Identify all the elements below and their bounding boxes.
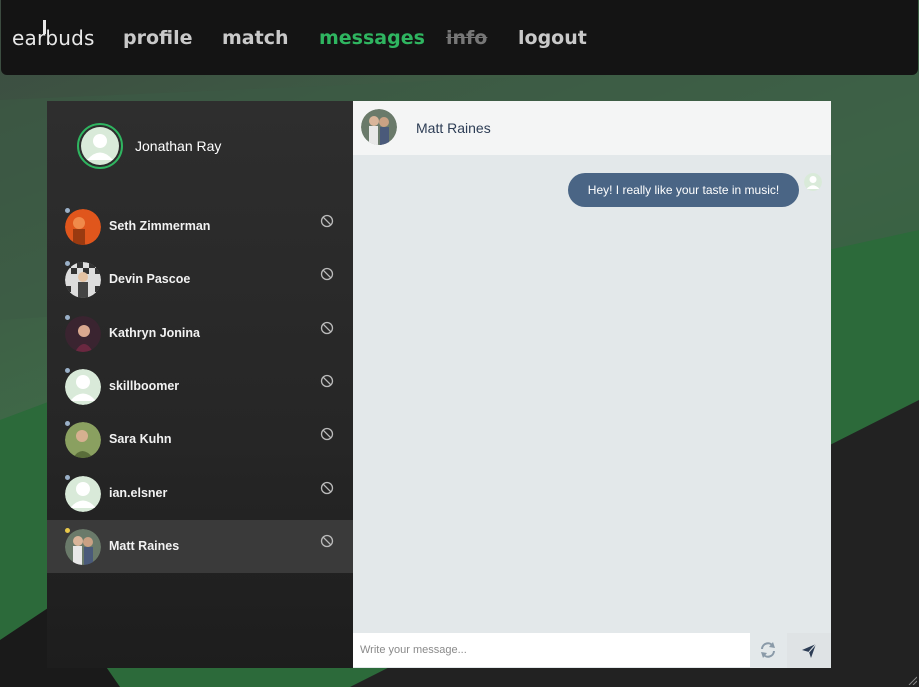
logo-text: earbuds [12,26,95,50]
logo-stem [43,20,46,34]
avatar [65,529,101,565]
send-button[interactable] [787,633,831,668]
resize-grip-icon[interactable] [907,675,917,685]
nav-match[interactable]: match [222,27,289,49]
contacts-sidebar: Jonathan Ray Seth Zimmerman Devin Pascoe… [47,101,353,668]
message-input[interactable] [353,633,750,667]
avatar [65,476,101,512]
block-icon[interactable] [320,267,334,281]
avatar [65,262,101,298]
chat-title: Matt Raines [416,120,491,136]
block-icon[interactable] [320,534,334,548]
message-sender-avatar [804,173,822,191]
status-dot [65,421,70,426]
status-dot [65,315,70,320]
contact-item[interactable]: Devin Pascoe [47,253,353,306]
block-icon[interactable] [320,374,334,388]
contact-item[interactable]: Seth Zimmerman [47,200,353,253]
nav-logout[interactable]: logout [518,27,587,49]
nav-profile[interactable]: profile [123,27,193,49]
nav-info[interactable]: info [446,27,487,49]
block-icon[interactable] [320,427,334,441]
contact-item-selected[interactable]: Matt Raines [47,520,353,573]
avatar [65,209,101,245]
user-icon [81,127,119,165]
current-user: Jonathan Ray [77,123,221,169]
send-icon [802,643,817,658]
avatar [65,316,101,352]
app-logo[interactable]: earbuds [12,20,95,50]
contact-name: Matt Raines [109,539,180,553]
block-icon[interactable] [320,481,334,495]
contact-item[interactable]: Sara Kuhn [47,413,353,466]
user-icon [65,476,101,512]
refresh-icon[interactable] [758,640,778,660]
current-user-name: Jonathan Ray [135,138,222,154]
top-navbar: earbuds profile match messages info logo… [1,0,918,75]
contact-name: Sara Kuhn [109,432,172,446]
chat-partner-avatar[interactable] [361,109,397,145]
status-dot [65,368,70,373]
status-dot [65,208,70,213]
contact-name: Devin Pascoe [109,272,191,286]
contact-item[interactable]: Kathryn Jonina [47,307,353,360]
chat-header: Matt Raines [353,101,831,155]
message-composer [353,633,831,668]
contact-name: Kathryn Jonina [109,326,200,340]
avatar [65,422,101,458]
message-bubble: Hey! I really like your taste in music! [568,173,799,207]
user-icon [804,173,822,191]
current-user-avatar[interactable] [77,123,123,169]
contact-item[interactable]: skillboomer [47,360,353,413]
user-icon [65,369,101,405]
contact-name: skillboomer [109,379,180,393]
chat-panel: Matt Raines Hey! I really like your tast… [353,101,831,668]
status-dot [65,528,70,533]
contact-name: Seth Zimmerman [109,219,211,233]
status-dot [65,475,70,480]
contact-name: ian.elsner [109,486,168,500]
block-icon[interactable] [320,321,334,335]
avatar [65,369,101,405]
status-dot [65,261,70,266]
contact-item[interactable]: ian.elsner [47,467,353,520]
block-icon[interactable] [320,214,334,228]
nav-messages[interactable]: messages [319,27,425,49]
